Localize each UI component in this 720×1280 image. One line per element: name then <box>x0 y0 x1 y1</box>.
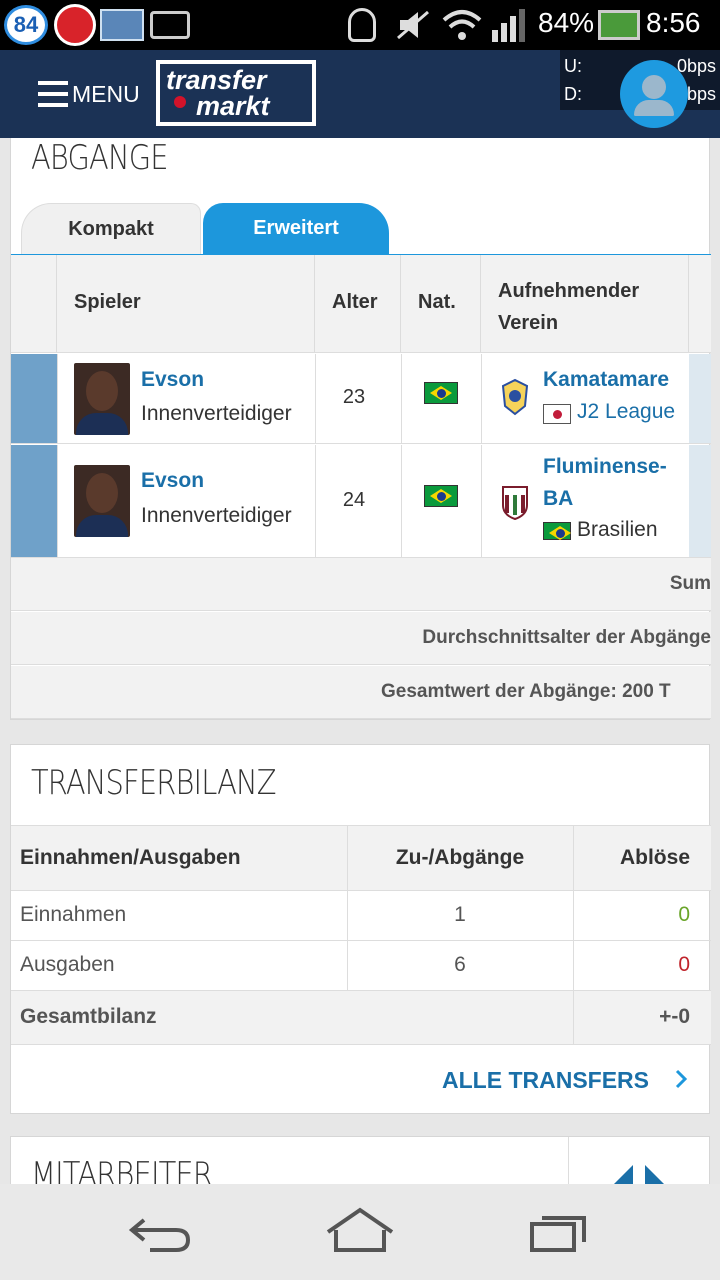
mute-icon <box>396 10 430 40</box>
col-spieler: Spieler <box>74 291 141 313</box>
player-link[interactable]: Evson <box>141 368 204 392</box>
row-marker <box>11 445 57 557</box>
display-icon <box>100 9 144 41</box>
tab-kompakt[interactable]: Kompakt <box>21 203 201 255</box>
bilanz-income-fee: 0 <box>678 903 690 926</box>
bilanz-row-expenses: Ausgaben 6 0 <box>11 941 711 991</box>
camera-icon <box>150 11 190 39</box>
table-row: Evson Innenverteidiger 23 Kamatamare J2 … <box>11 354 711 444</box>
abgaenge-title: ABGANGE <box>31 138 169 178</box>
hamburger-icon <box>38 81 68 107</box>
summary-sum: Sum <box>669 573 711 594</box>
bilanz-total-label: Gesamtbilanz <box>20 1005 157 1028</box>
tab-erweitert[interactable]: Erweitert <box>203 203 389 255</box>
bilanz-col-count: Zu-/Abgänge <box>395 846 525 869</box>
logo-line2: markt <box>196 91 270 121</box>
menu-label: MENU <box>72 80 140 107</box>
player-link[interactable]: Evson <box>141 469 204 493</box>
battery-percent: 84% <box>538 7 595 38</box>
signal-icon <box>490 8 526 42</box>
club-crest-icon[interactable] <box>499 483 531 521</box>
player-photo[interactable] <box>74 465 130 537</box>
all-transfers-label: ALLE TRANSFERS <box>442 1067 649 1093</box>
chevron-right-icon <box>671 1067 691 1091</box>
net-up-label: U: <box>564 56 582 76</box>
summary-total-value: Gesamtwert der Abgänge: 200 T <box>381 681 671 702</box>
all-transfers-link[interactable]: ALLE TRANSFERS <box>11 1045 711 1115</box>
player-position: Innenverteidiger <box>141 504 292 527</box>
club-crest-icon[interactable] <box>499 378 531 416</box>
bilanz-row-income: Einnahmen 1 0 <box>11 891 711 941</box>
net-up-value: 0bps <box>676 56 716 76</box>
summary-row: Durchschnittsalter der Abgänge <box>11 612 711 665</box>
wifi-icon <box>442 8 482 42</box>
row-marker <box>11 354 57 443</box>
home-icon[interactable] <box>324 1206 396 1254</box>
bilanz-col-label: Einnahmen/Ausgaben <box>20 846 241 869</box>
bilanz-total-value: +-0 <box>659 1005 690 1028</box>
status-bar: 84 84% 8:56 <box>0 0 720 50</box>
bilanz-total-row: Gesamtbilanz +-0 <box>11 991 711 1045</box>
bilanz-header: Einnahmen/Ausgaben Zu-/Abgänge Ablöse <box>11 825 711 891</box>
player-age: 23 <box>342 386 366 408</box>
player-position: Innenverteidiger <box>141 402 292 425</box>
back-icon[interactable] <box>128 1212 192 1256</box>
transferbilanz-title: TRANSFERBILANZ <box>31 763 277 803</box>
menu-button[interactable]: MENU <box>38 76 140 112</box>
antivirus-icon <box>54 4 96 46</box>
col-verein: Aufnehmender Verein <box>498 280 640 334</box>
bilanz-expenses-count: 6 <box>454 953 466 976</box>
transfermarkt-logo[interactable]: transfer markt <box>156 60 316 126</box>
transferbilanz-card: TRANSFERBILANZ Einnahmen/Ausgaben Zu-/Ab… <box>10 744 711 1115</box>
bilanz-income-count: 1 <box>454 903 466 926</box>
bilanz-expenses-label: Ausgaben <box>20 953 115 976</box>
japan-flag-icon <box>543 404 571 424</box>
summary-avg-age: Durchschnittsalter der Abgänge <box>422 627 711 648</box>
bulb-icon <box>348 8 376 42</box>
summary-row: Gesamtwert der Abgänge: 200 T <box>11 666 711 719</box>
club-link-line2[interactable]: BA <box>543 483 573 515</box>
col-alter: Alter <box>332 291 378 313</box>
club-link[interactable]: Fluminense- <box>543 451 667 483</box>
logo-ball-icon <box>174 96 186 108</box>
user-avatar-icon[interactable] <box>620 60 688 128</box>
logo-line1: transfer <box>166 65 267 95</box>
abgaenge-card: ABGANGE Kompakt Erweitert Spieler Alter … <box>10 138 711 720</box>
notification-badge: 84 <box>4 5 48 45</box>
bilanz-col-fee: Ablöse <box>619 846 690 869</box>
system-nav-bar <box>0 1184 720 1280</box>
battery-icon <box>598 10 640 40</box>
summary-row: Sum <box>11 558 711 611</box>
table-row: Evson Innenverteidiger 24 Fluminense- BA… <box>11 445 711 558</box>
net-down-label: D: <box>564 84 582 104</box>
player-age: 24 <box>342 489 366 511</box>
player-photo[interactable] <box>74 363 130 435</box>
recent-apps-icon[interactable] <box>528 1208 592 1254</box>
league-link[interactable]: J2 League <box>577 400 675 424</box>
brazil-flag-icon <box>424 382 458 404</box>
bilanz-expenses-fee: 0 <box>678 953 690 976</box>
club-country: Brasilien <box>577 518 658 541</box>
brazil-flag-icon <box>424 485 458 507</box>
col-nat: Nat. <box>418 291 456 313</box>
club-link[interactable]: Kamatamare <box>543 364 669 396</box>
clock: 8:56 <box>646 7 701 38</box>
app-header: MENU transfer markt U: 0bps D: 0bps <box>0 50 720 138</box>
bilanz-income-label: Einnahmen <box>20 903 127 926</box>
brazil-flag-icon <box>543 522 571 540</box>
table-header: Spieler Alter Nat. Aufnehmender Verein <box>11 255 711 353</box>
